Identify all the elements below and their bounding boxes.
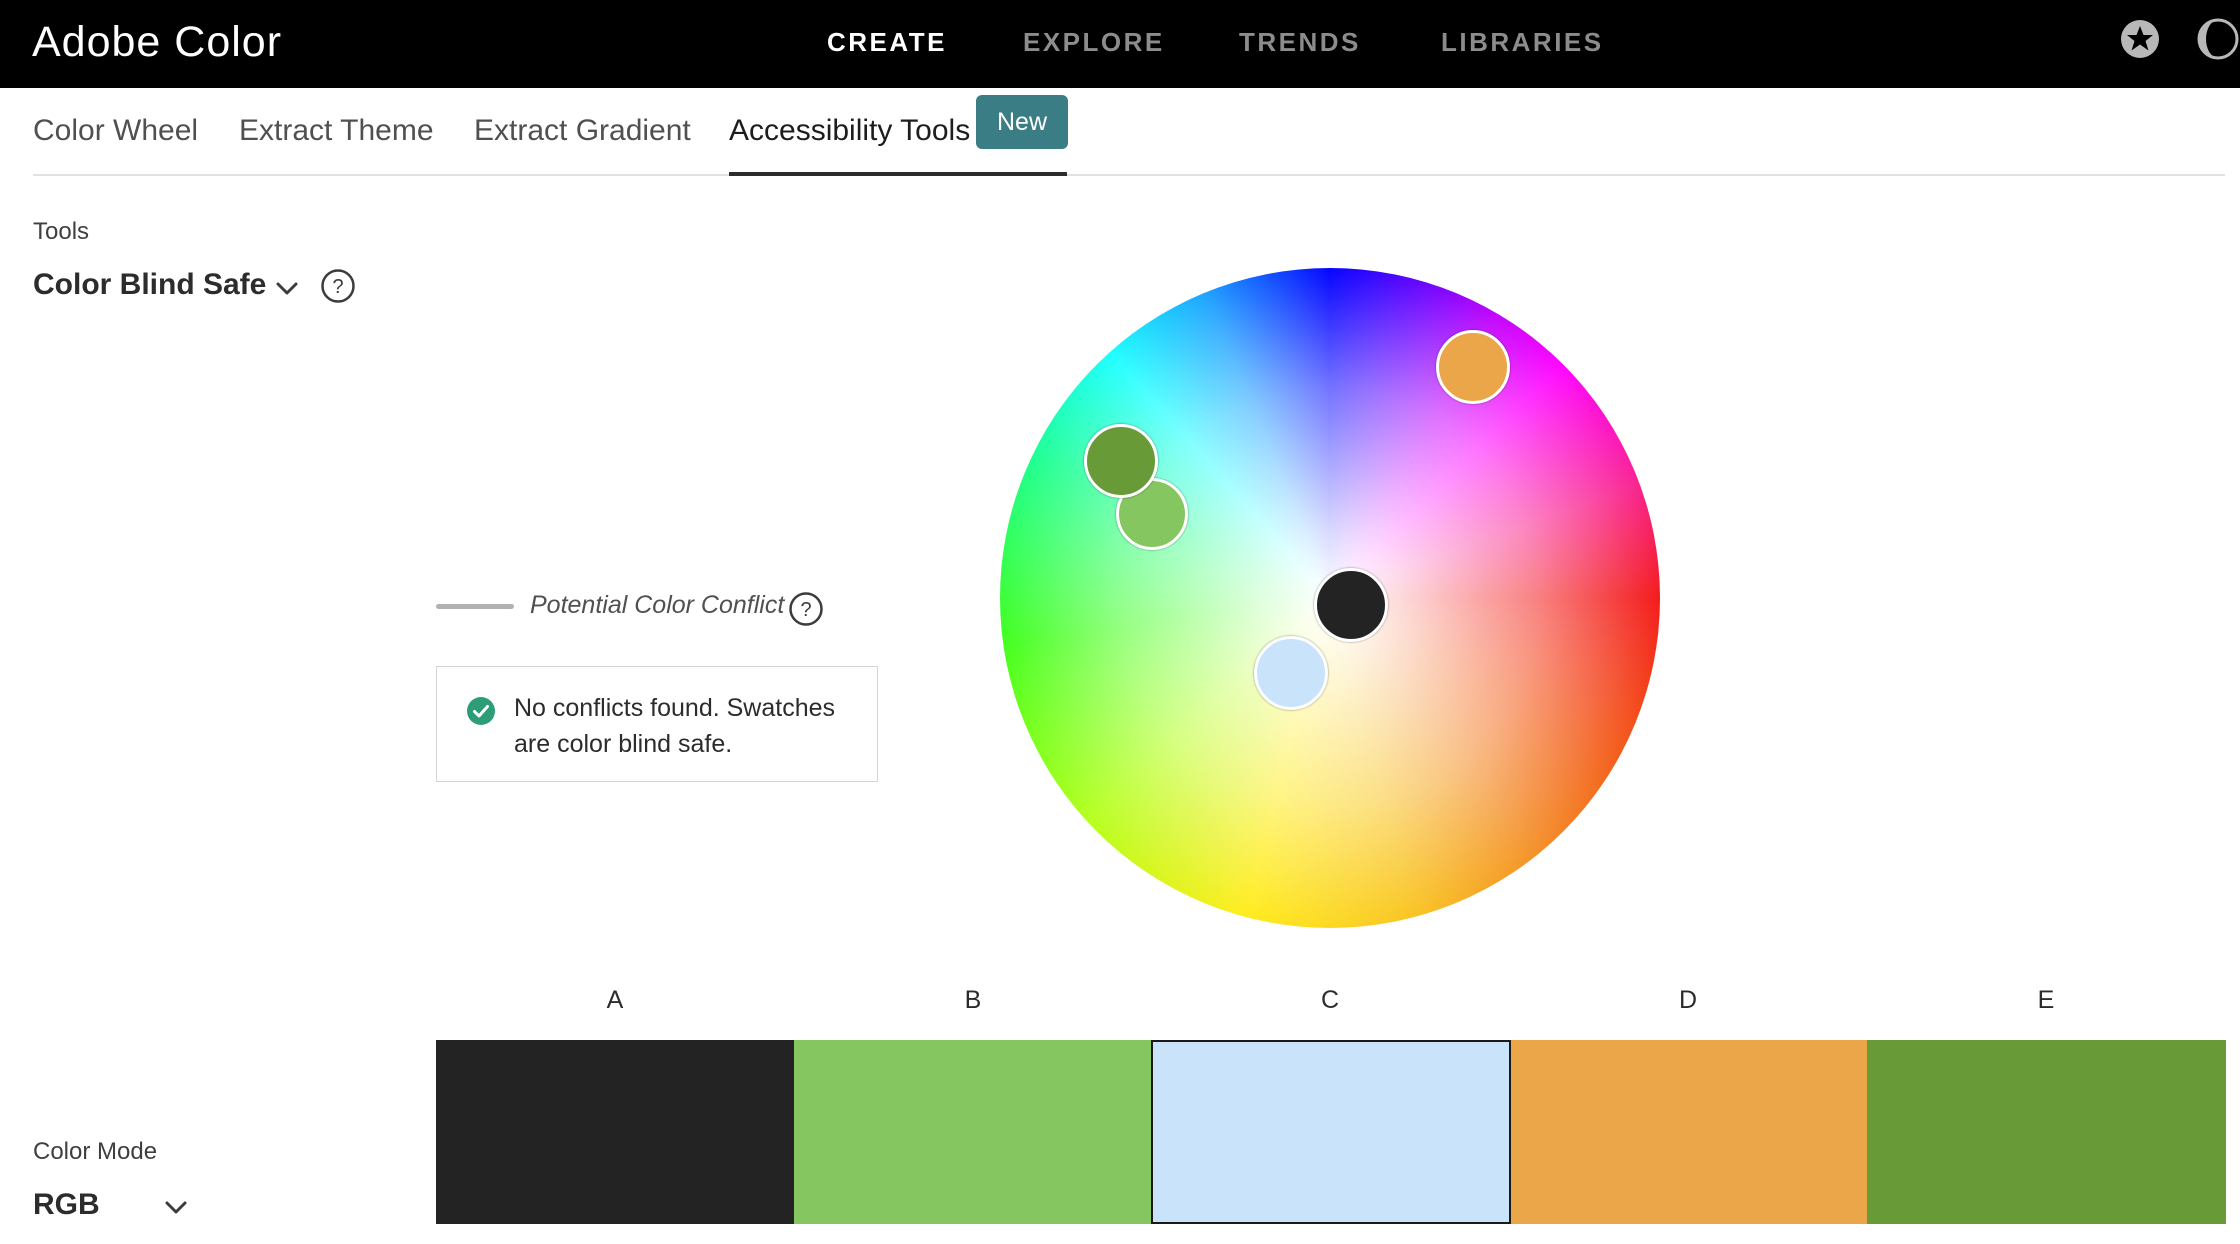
conflict-message-text: No conflicts found. Swatches are color b… <box>514 694 835 758</box>
swatch-label-e: E <box>2037 986 2055 1014</box>
tab-divider <box>33 174 2225 176</box>
new-badge: New <box>976 95 1068 149</box>
check-circle-icon <box>466 696 496 726</box>
wheel-marker-c[interactable] <box>1254 636 1328 710</box>
nav-explore[interactable]: EXPLORE <box>1023 20 1165 64</box>
swatch-label-d: D <box>1678 986 1698 1014</box>
color-mode-select-value[interactable]: RGB <box>33 1188 100 1222</box>
conflict-help-icon[interactable]: ? <box>788 591 824 627</box>
tab-accessibility-tools[interactable]: Accessibility Tools <box>729 106 970 156</box>
nav-libraries[interactable]: LIBRARIES <box>1441 20 1604 64</box>
svg-text:?: ? <box>800 599 811 621</box>
top-bar: Adobe Color CREATE EXPLORE TRENDS LIBRAR… <box>0 0 2240 88</box>
theme-toggle-icon[interactable] <box>2196 17 2240 61</box>
nav-create[interactable]: CREATE <box>827 20 947 64</box>
chevron-down-icon[interactable] <box>161 1192 191 1222</box>
tab-extract-theme[interactable]: Extract Theme <box>239 106 434 156</box>
create-subtabs: Color Wheel Extract Theme Extract Gradie… <box>0 88 2240 178</box>
tools-label: Tools <box>33 218 90 245</box>
swatch-a[interactable] <box>436 1040 794 1224</box>
swatch-label-c: C <box>1320 986 1340 1014</box>
swatch-label-a: A <box>606 986 624 1014</box>
swatch-label-b: B <box>964 986 982 1014</box>
svg-text:?: ? <box>332 276 343 298</box>
conflict-legend-line <box>436 604 514 609</box>
active-tab-indicator <box>729 172 1067 176</box>
chevron-down-icon[interactable] <box>272 273 302 303</box>
swatch-c[interactable] <box>1151 1040 1511 1224</box>
nav-trends[interactable]: TRENDS <box>1239 20 1361 64</box>
swatch-e[interactable] <box>1867 1040 2226 1224</box>
star-badge-icon[interactable] <box>2118 17 2162 61</box>
swatch-d[interactable] <box>1511 1040 1867 1224</box>
tab-extract-gradient[interactable]: Extract Gradient <box>474 106 691 156</box>
wheel-marker-d[interactable] <box>1436 330 1510 404</box>
wheel-marker-a[interactable] <box>1314 568 1388 642</box>
tab-color-wheel[interactable]: Color Wheel <box>33 106 198 156</box>
app-title[interactable]: Adobe Color <box>32 14 282 70</box>
tools-select-value[interactable]: Color Blind Safe <box>33 268 266 302</box>
swatch-b[interactable] <box>794 1040 1151 1224</box>
conflict-legend-label: Potential Color Conflict <box>530 591 785 619</box>
help-icon[interactable]: ? <box>320 268 356 304</box>
wheel-marker-e[interactable] <box>1084 424 1158 498</box>
color-mode-label: Color Mode <box>33 1138 158 1165</box>
